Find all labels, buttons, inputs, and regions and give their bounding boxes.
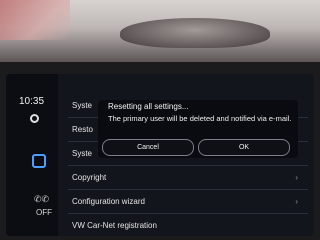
status-off: OFF bbox=[36, 208, 52, 217]
sidebar: 10:35 ✆✆ OFF bbox=[6, 74, 58, 236]
clock: 10:35 bbox=[19, 96, 45, 107]
cancel-button[interactable]: Cancel bbox=[102, 139, 194, 156]
infotainment-screen: 10:35 ✆✆ OFF Syste Resto › Syste › Copyr… bbox=[6, 74, 314, 236]
menu-item-label: Configuration wizard bbox=[72, 197, 145, 206]
menu-item[interactable]: Configuration wizard › bbox=[68, 190, 308, 214]
chevron-right-icon: › bbox=[295, 197, 298, 206]
menu-item-label: Syste bbox=[72, 101, 93, 110]
dialog-message: The primary user will be deleted and not… bbox=[108, 114, 292, 123]
ok-button[interactable]: OK bbox=[198, 139, 290, 156]
chevron-right-icon: › bbox=[295, 173, 298, 182]
menu-item-label: Copyright bbox=[72, 173, 107, 182]
menu-item-label: VW Car-Net registration bbox=[72, 221, 157, 230]
reset-dialog: Resetting all settings... The primary us… bbox=[98, 100, 298, 158]
dashboard-pad bbox=[120, 18, 270, 48]
phone-icon[interactable]: ✆✆ bbox=[34, 194, 49, 205]
gear-icon[interactable] bbox=[30, 114, 39, 123]
dashboard-reflection bbox=[0, 0, 70, 40]
square-icon[interactable] bbox=[32, 154, 46, 168]
menu-item-label: Syste bbox=[72, 149, 93, 158]
menu-item[interactable]: VW Car-Net registration bbox=[68, 214, 308, 236]
dialog-title: Resetting all settings... bbox=[108, 102, 189, 111]
menu-item-label: Resto bbox=[72, 125, 93, 134]
menu-item[interactable]: Copyright › bbox=[68, 166, 308, 190]
